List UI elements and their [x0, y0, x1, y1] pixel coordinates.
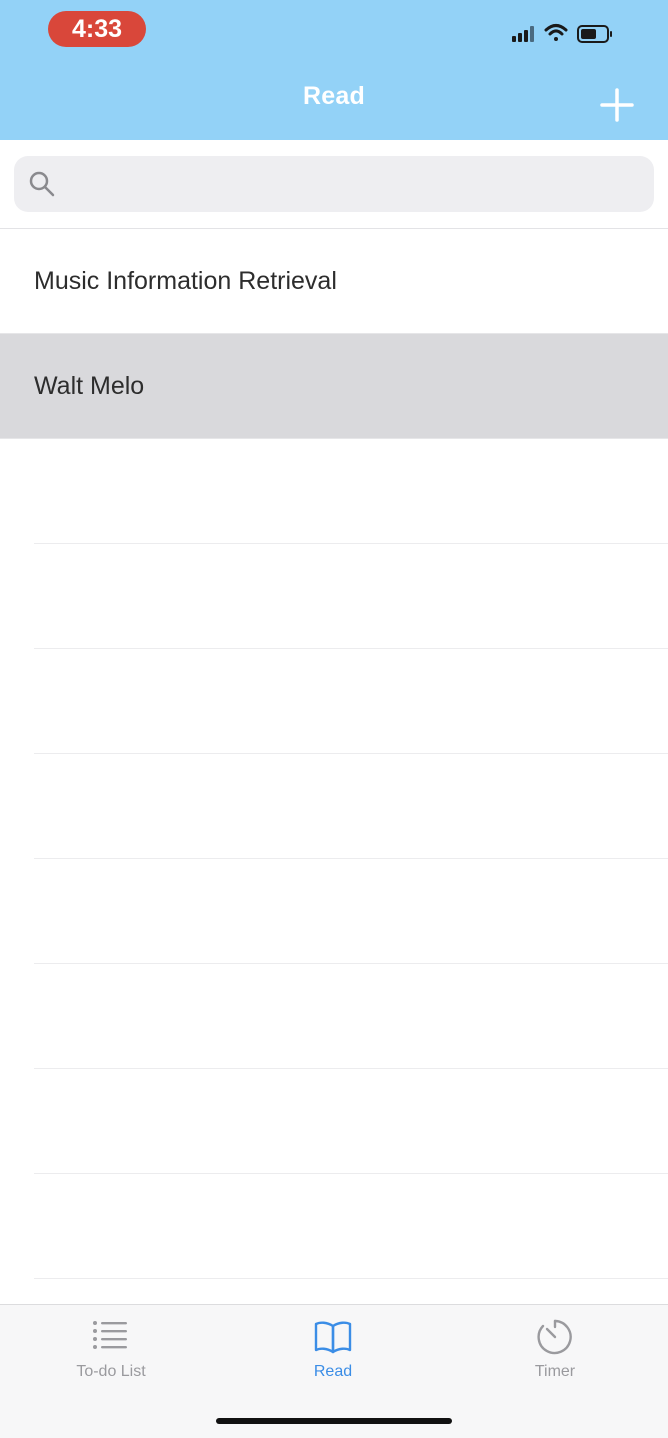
- navigation-header: 4:33 Read: [0, 0, 668, 140]
- page-title: Read: [303, 82, 365, 110]
- tab-bar: To-do List Read Timer: [0, 1304, 668, 1438]
- cellular-signal-icon: [512, 26, 534, 42]
- tab-label: Timer: [534, 1363, 576, 1380]
- list-item-label: Walt Melo: [34, 372, 145, 400]
- wifi-icon: [544, 24, 568, 41]
- search-input[interactable]: [68, 156, 642, 214]
- empty-row: [34, 649, 668, 754]
- tab-timer[interactable]: Timer: [444, 1305, 666, 1395]
- list-icon: [93, 1321, 127, 1349]
- home-indicator[interactable]: [216, 1418, 452, 1424]
- search-icon: [29, 171, 55, 197]
- list-item[interactable]: Music Information Retrieval: [0, 229, 668, 334]
- tab-read[interactable]: Read: [222, 1305, 444, 1395]
- tab-todo-list[interactable]: To-do List: [0, 1305, 222, 1395]
- book-icon: [314, 1321, 352, 1354]
- list-item-label: Music Information Retrieval: [34, 267, 337, 295]
- app-screen: 4:33 Read Music Information Retrieval Wa…: [0, 0, 668, 1438]
- add-button[interactable]: [598, 86, 636, 124]
- tab-label: To-do List: [76, 1363, 146, 1380]
- empty-row: [34, 1174, 668, 1279]
- plus-icon: [600, 88, 634, 122]
- timer-icon: [537, 1319, 572, 1355]
- empty-row: [34, 544, 668, 649]
- empty-row: [34, 964, 668, 1069]
- empty-row: [34, 859, 668, 964]
- status-icons: [512, 20, 632, 50]
- empty-row: [34, 439, 668, 544]
- tab-label: Read: [313, 1363, 353, 1380]
- list-item-selected[interactable]: Walt Melo: [0, 334, 668, 439]
- empty-row: [34, 1069, 668, 1174]
- empty-row: [34, 754, 668, 859]
- search-bar[interactable]: [14, 156, 654, 214]
- status-time: 4:33: [48, 11, 146, 47]
- reading-list: Music Information Retrieval Walt Melo: [0, 229, 668, 1384]
- battery-icon: [577, 25, 612, 43]
